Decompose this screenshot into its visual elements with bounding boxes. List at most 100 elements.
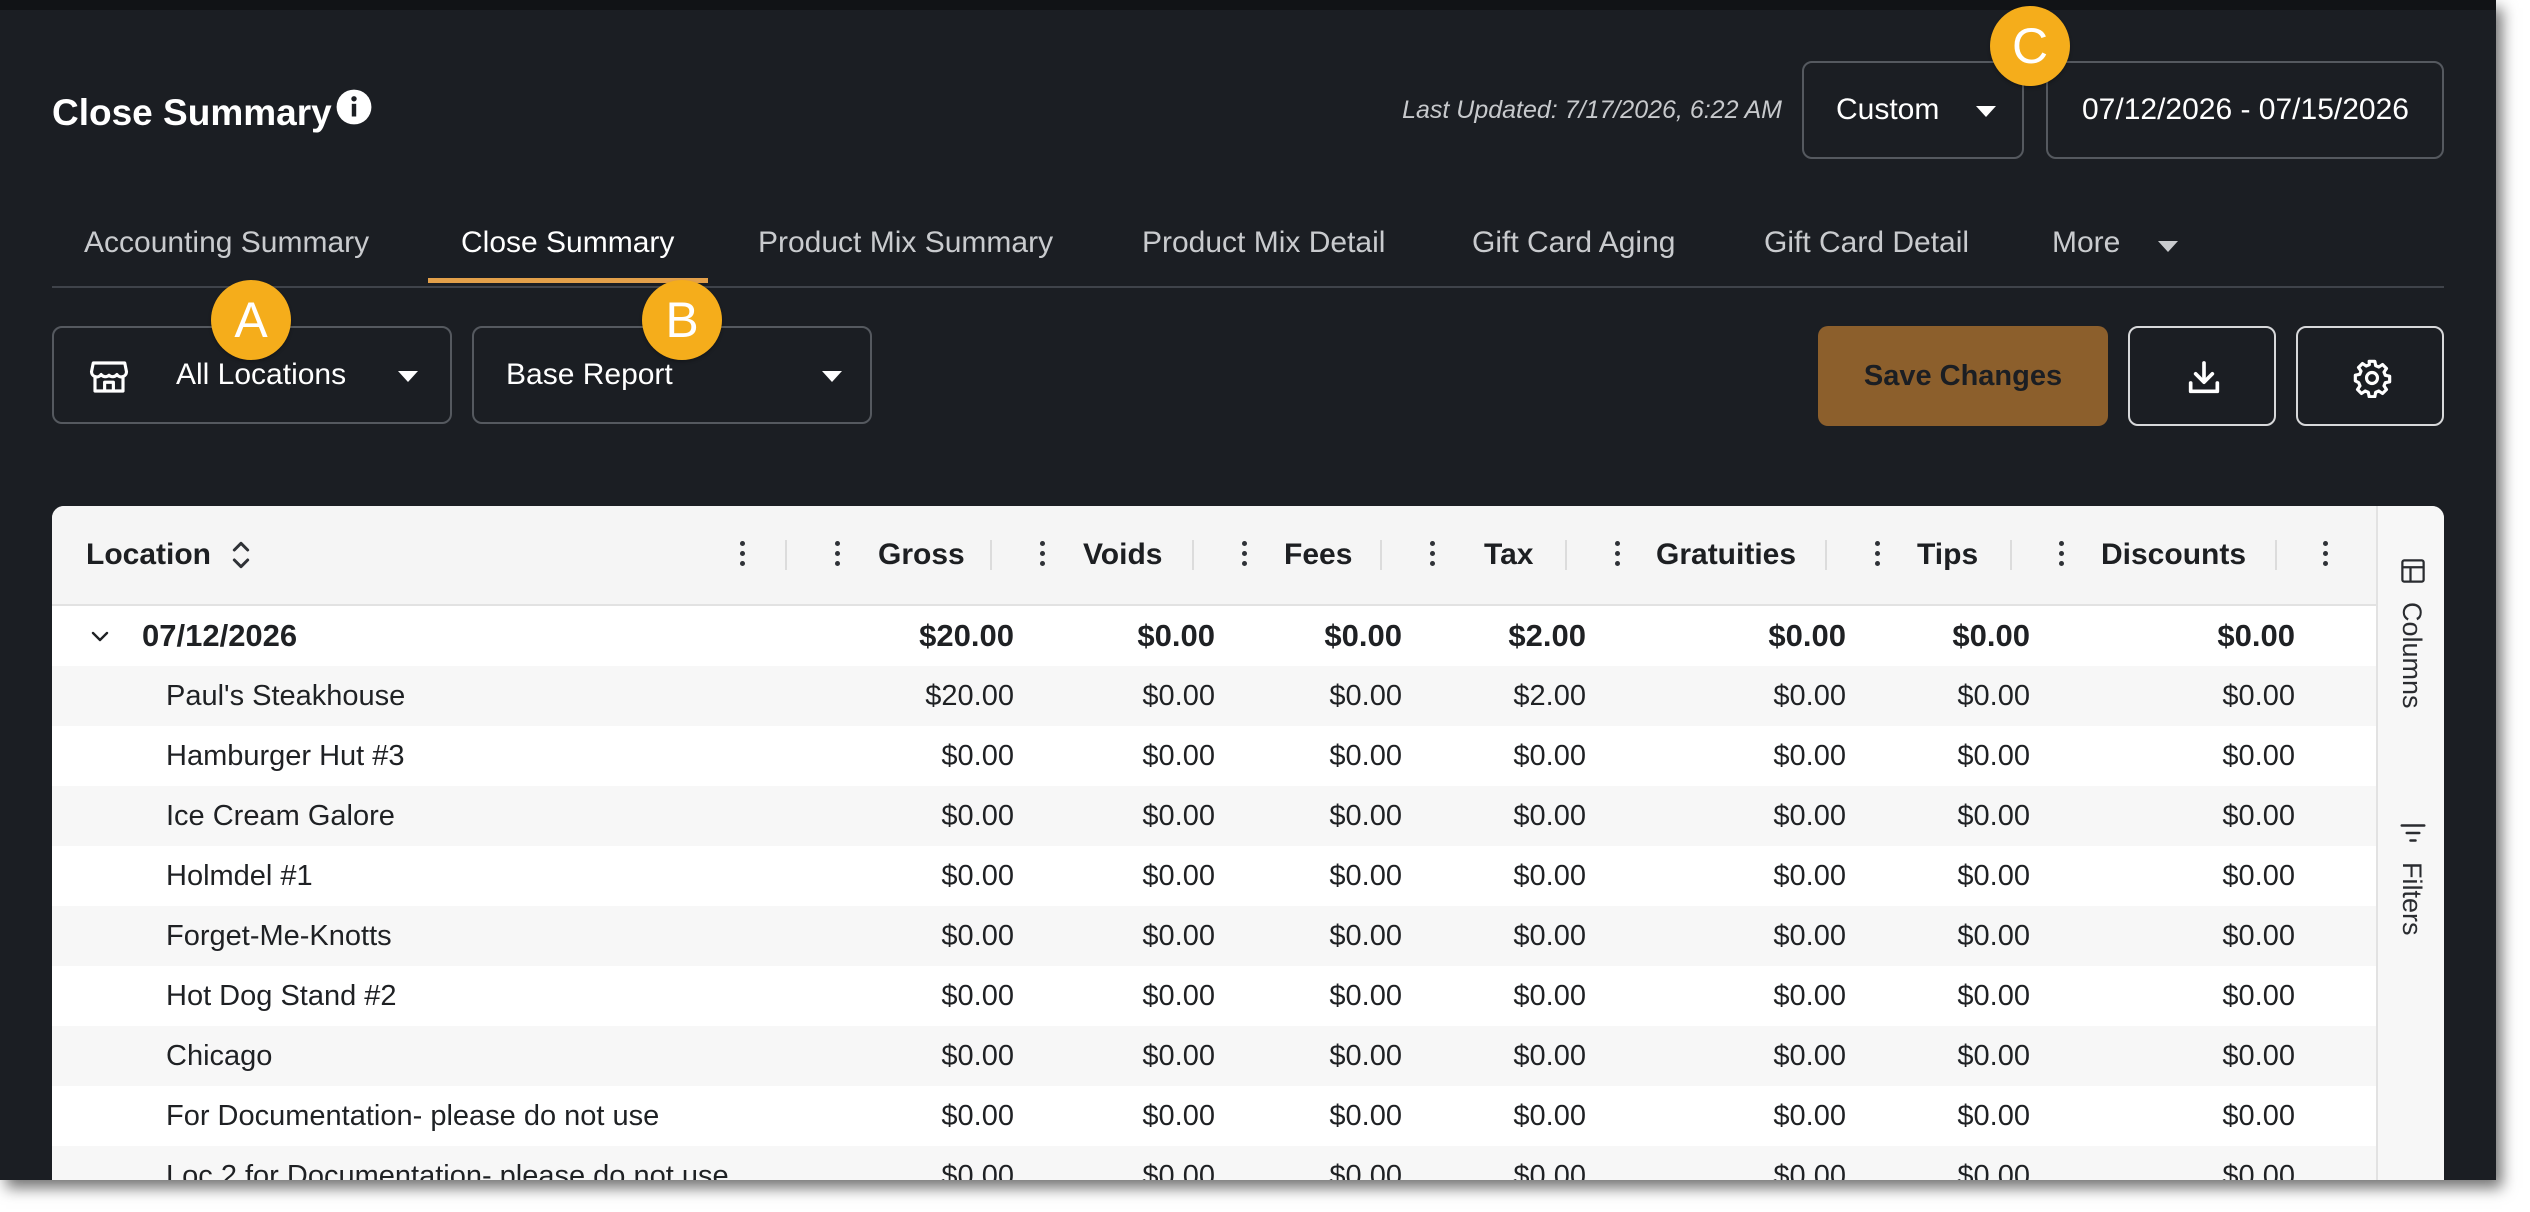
row-discounts-cell: $0.00 [2222, 740, 2295, 772]
group-row[interactable]: 07/12/2026 $20.00 $0.00 $0.00 $2.00 $0.0… [52, 606, 2376, 667]
tab-product-mix-summary[interactable]: Product Mix Summary [758, 226, 1053, 260]
column-header-fees[interactable]: Fees [1284, 538, 1352, 572]
row-gratuities-cell: $0.00 [1773, 920, 1846, 952]
row-discounts-cell: $0.00 [2222, 800, 2295, 832]
row-tax-cell: $0.00 [1513, 800, 1586, 832]
row-tips-cell: $0.00 [1957, 1040, 2030, 1072]
row-location-name: Holmdel #1 [166, 860, 313, 892]
table-row[interactable]: Ice Cream Galore $0.00 $0.00 $0.00 $0.00 $0.0… [52, 786, 2376, 847]
columns-panel-toggle[interactable]: Columns [2378, 556, 2444, 709]
row-tips-cell: $0.00 [1957, 1160, 2030, 1180]
close-summary-table: Location Gross Voids Fees Tax Gratuities… [52, 506, 2444, 1180]
table-row[interactable]: Chicago $0.00 $0.00 $0.00 $0.00 $0.00 $0.00 $0.… [52, 1026, 2376, 1087]
app-window: Close Summary Last Updated: 7/17/2026, 6… [0, 0, 2496, 1180]
column-header-tax[interactable]: Tax [1484, 538, 1533, 572]
row-fees-cell: $0.00 [1329, 980, 1402, 1012]
filters-panel-toggle[interactable]: Filters [2378, 818, 2444, 948]
row-location-name: Paul's Steakhouse [166, 680, 406, 712]
table-row[interactable]: For Documentation- please do not use $0.0… [52, 1086, 2376, 1147]
date-range-preset-select[interactable]: Custom [1802, 61, 2024, 159]
row-fees-cell: $0.00 [1329, 920, 1402, 952]
download-button[interactable] [2128, 326, 2276, 426]
page-title: Close Summary [52, 92, 332, 133]
chevron-down-icon [2158, 241, 2178, 252]
row-location-name: Ice Cream Galore [166, 800, 395, 832]
row-tips-cell: $0.00 [1957, 800, 2030, 832]
row-voids-cell: $0.00 [1142, 860, 1215, 892]
row-tips-cell: $0.00 [1957, 920, 2030, 952]
date-range-value: 07/12/2026 - 07/15/2026 [2082, 93, 2409, 126]
row-gratuities-cell: $0.00 [1773, 980, 1846, 1012]
row-fees-cell: $0.00 [1329, 740, 1402, 772]
save-changes-button[interactable]: Save Changes [1818, 326, 2108, 426]
row-discounts-cell: $0.00 [2222, 860, 2295, 892]
table-row[interactable]: Holmdel #1 $0.00 $0.00 $0.00 $0.00 $0.00 $0.00… [52, 846, 2376, 907]
row-voids-cell: $0.00 [1142, 680, 1215, 712]
date-range-picker[interactable]: 07/12/2026 - 07/15/2026 [2046, 61, 2444, 159]
row-fees-cell: $0.00 [1329, 1040, 1402, 1072]
column-menu-icon[interactable] [1430, 539, 1436, 569]
group-tips: $0.00 [1952, 618, 2030, 653]
tab-gift-card-aging[interactable]: Gift Card Aging [1472, 226, 1675, 260]
table-row[interactable]: Forget-Me-Knotts $0.00 $0.00 $0.00 $0.00 $0.0… [52, 906, 2376, 967]
row-tax-cell: $0.00 [1513, 860, 1586, 892]
tab-more[interactable]: More [2052, 226, 2192, 266]
row-fees-cell: $0.00 [1329, 1160, 1402, 1180]
row-discounts-cell: $0.00 [2222, 920, 2295, 952]
last-updated-text: Last Updated: 7/17/2026, 6:22 AM [1402, 96, 1782, 124]
date-range-preset-value: Custom [1836, 93, 1940, 126]
chevron-down-icon [398, 371, 418, 382]
column-menu-icon[interactable] [835, 539, 841, 569]
gear-icon [2353, 359, 2392, 398]
row-location-name: Chicago [166, 1040, 273, 1072]
group-label: 07/12/2026 [142, 618, 298, 653]
column-header-tips[interactable]: Tips [1917, 538, 1978, 572]
column-header-voids[interactable]: Voids [1083, 538, 1162, 572]
sort-icon[interactable] [230, 540, 252, 570]
column-header-location[interactable]: Location [86, 538, 211, 572]
callout-badge-c: C [1990, 6, 2070, 86]
row-gross-cell: $0.00 [941, 1160, 1014, 1180]
info-icon[interactable] [335, 88, 373, 126]
column-separator [1565, 540, 1567, 570]
row-discounts-cell: $0.00 [2222, 680, 2295, 712]
group-discounts: $0.00 [2217, 618, 2295, 653]
column-menu-icon[interactable] [2059, 539, 2065, 569]
group-gross: $20.00 [919, 618, 1014, 653]
column-menu-icon[interactable] [1615, 539, 1621, 569]
store-icon [89, 361, 129, 393]
column-header-discounts[interactable]: Discounts [2101, 538, 2246, 572]
table-row[interactable]: Paul's Steakhouse $20.00 $0.00 $0.00 $2.00 $0… [52, 666, 2376, 727]
download-icon [2188, 361, 2220, 394]
tab-gift-card-detail[interactable]: Gift Card Detail [1764, 226, 1969, 260]
row-fees-cell: $0.00 [1329, 800, 1402, 832]
row-tax-cell: $0.00 [1513, 920, 1586, 952]
column-menu-icon[interactable] [740, 539, 746, 569]
column-separator [1825, 540, 1827, 570]
row-gross-cell: $0.00 [941, 980, 1014, 1012]
tab-close-summary[interactable]: Close Summary [461, 226, 674, 260]
group-tax: $2.00 [1508, 618, 1586, 653]
table-row[interactable]: Hot Dog Stand #2 $0.00 $0.00 $0.00 $0.00 $0.0… [52, 966, 2376, 1027]
row-tax-cell: $2.00 [1513, 680, 1586, 712]
chevron-down-icon[interactable] [88, 624, 112, 648]
column-header-gratuities[interactable]: Gratuities [1656, 538, 1796, 572]
chevron-down-icon [822, 371, 842, 382]
row-location-name: Loc 2 for Documentation- please do not u… [166, 1160, 729, 1180]
column-menu-icon[interactable] [1875, 539, 1881, 569]
row-fees-cell: $0.00 [1329, 1100, 1402, 1132]
row-gratuities-cell: $0.00 [1773, 800, 1846, 832]
column-menu-icon[interactable] [2323, 539, 2329, 569]
column-menu-icon[interactable] [1242, 539, 1248, 569]
row-location-name: Hot Dog Stand #2 [166, 980, 397, 1012]
row-gross-cell: $0.00 [941, 1100, 1014, 1132]
column-header-gross[interactable]: Gross [878, 538, 965, 572]
table-row[interactable]: Loc 2 for Documentation- please do not u… [52, 1146, 2376, 1180]
settings-button[interactable] [2296, 326, 2444, 426]
table-row[interactable]: Hamburger Hut #3 $0.00 $0.00 $0.00 $0.00 $0.0… [52, 726, 2376, 787]
tab-accounting-summary[interactable]: Accounting Summary [84, 226, 369, 260]
row-gross-cell: $20.00 [925, 680, 1014, 712]
column-menu-icon[interactable] [1040, 539, 1046, 569]
chevron-down-icon [1976, 106, 1996, 117]
tab-product-mix-detail[interactable]: Product Mix Detail [1142, 226, 1385, 260]
